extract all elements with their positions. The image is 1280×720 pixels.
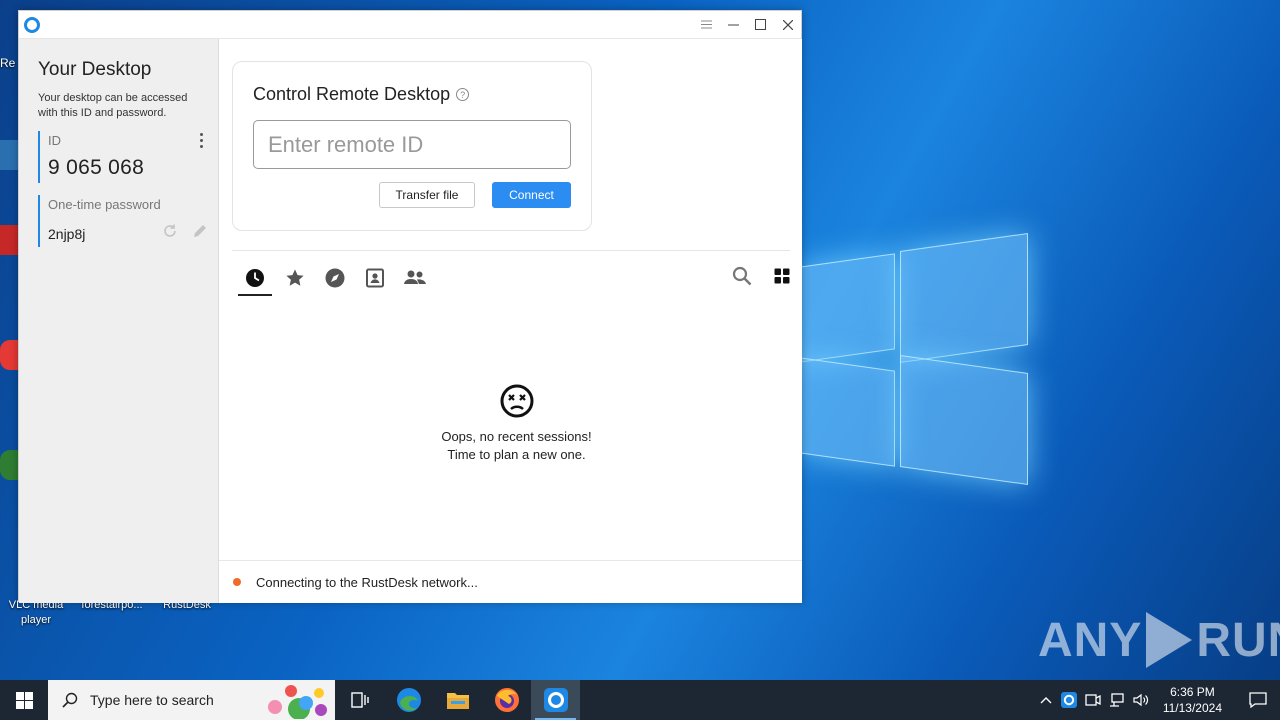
watermark-text-right: RUN <box>1196 613 1280 667</box>
id-label: ID <box>48 133 61 148</box>
clock[interactable]: 6:36 PM 11/13/2024 <box>1163 684 1222 716</box>
volume-icon[interactable] <box>1129 693 1153 707</box>
main-panel: Control Remote Desktop ? Transfer file C… <box>219 39 802 603</box>
control-remote-card: Control Remote Desktop ? Transfer file C… <box>232 61 592 231</box>
empty-message-line1: Oops, no recent sessions! <box>441 429 592 444</box>
start-button[interactable] <box>0 680 48 720</box>
contact-book-icon <box>366 268 384 288</box>
windows-logo-wallpaper <box>800 233 1030 485</box>
connect-button[interactable]: Connect <box>492 182 571 208</box>
firefox-icon <box>494 688 519 712</box>
grid-view-icon[interactable] <box>774 268 790 289</box>
divider <box>232 250 790 251</box>
rustdesk-tray-icon[interactable] <box>1057 692 1081 708</box>
connection-status-dot <box>233 578 241 586</box>
id-value[interactable]: 9 065 068 <box>48 156 208 180</box>
rustdesk-logo-icon <box>24 16 40 33</box>
help-icon[interactable]: ? <box>456 88 470 101</box>
anyrun-watermark: ANY RUN <box>1038 610 1280 670</box>
title-bar[interactable] <box>19 11 801 39</box>
task-view-icon <box>350 692 369 708</box>
sad-face-icon <box>500 384 534 418</box>
your-desktop-panel: Your Desktop Your desktop can be accesse… <box>19 39 219 603</box>
search-icon <box>62 692 78 708</box>
refresh-password-icon[interactable] <box>162 223 178 243</box>
your-desktop-description: Your desktop can be accessed with this I… <box>38 92 188 119</box>
search-icon[interactable] <box>732 266 752 291</box>
peer-tools <box>732 263 790 293</box>
desktop-partial-icon[interactable] <box>0 340 18 370</box>
clock-time: 6:36 PM <box>1170 685 1215 699</box>
file-explorer-taskbar-button[interactable] <box>433 680 482 720</box>
taskbar-search-box[interactable]: Type here to search <box>48 680 335 720</box>
file-explorer-icon <box>446 693 469 709</box>
connection-status-text: Connecting to the RustDesk network... <box>256 574 478 590</box>
password-label: One-time password <box>48 197 161 212</box>
task-view-button[interactable] <box>335 680 384 720</box>
close-icon[interactable] <box>774 11 801 39</box>
clock-icon <box>246 269 264 287</box>
tab-group[interactable] <box>395 263 435 293</box>
id-field: ID 9 065 068 <box>38 131 208 183</box>
people-icon <box>404 270 426 284</box>
edit-password-icon[interactable] <box>192 223 208 243</box>
control-remote-title: Control Remote Desktop ? <box>253 84 470 105</box>
remote-id-input[interactable] <box>253 120 571 169</box>
watermark-text-left: ANY <box>1038 613 1143 667</box>
taskbar: Type here to search 6:36 PM 11/13/2024 <box>0 680 1280 720</box>
tab-address-book[interactable] <box>355 263 395 293</box>
search-highlight-icon <box>268 685 327 719</box>
control-remote-title-text: Control Remote Desktop <box>253 84 451 104</box>
chevron-up-icon[interactable] <box>1035 696 1057 704</box>
more-options-icon[interactable] <box>194 131 208 149</box>
meet-now-icon[interactable] <box>1081 693 1105 707</box>
compass-icon <box>325 268 345 288</box>
play-icon <box>1146 612 1193 668</box>
transfer-file-button[interactable]: Transfer file <box>379 182 475 208</box>
network-icon[interactable] <box>1105 693 1129 707</box>
windows-start-icon <box>15 691 33 709</box>
status-bar: Connecting to the RustDesk network... <box>219 560 802 603</box>
empty-recent-sessions: Oops, no recent sessions! Time to plan a… <box>219 384 814 464</box>
rustdesk-window: Your Desktop Your desktop can be accesse… <box>18 10 802 603</box>
edge-icon <box>396 688 421 712</box>
tab-favorites[interactable] <box>275 263 315 293</box>
desktop-partial-icon[interactable] <box>0 225 18 255</box>
system-tray: 6:36 PM 11/13/2024 <box>1035 680 1280 720</box>
rustdesk-taskbar-button[interactable] <box>531 680 580 720</box>
maximize-icon[interactable] <box>747 11 774 39</box>
star-icon <box>286 269 304 286</box>
password-field: One-time password 2njp8j <box>38 195 208 247</box>
notification-icon[interactable] <box>1236 692 1280 708</box>
tab-discovered[interactable] <box>315 263 355 293</box>
firefox-taskbar-button[interactable] <box>482 680 531 720</box>
rustdesk-icon <box>543 688 568 712</box>
minimize-icon[interactable] <box>720 11 747 39</box>
your-desktop-title: Your Desktop <box>38 59 152 80</box>
taskbar-search-placeholder: Type here to search <box>90 692 214 708</box>
peer-tabs <box>235 263 435 296</box>
menu-icon[interactable] <box>693 11 720 39</box>
desktop-icon-label: VLC media player <box>8 599 64 626</box>
desktop-partial-icon[interactable] <box>0 140 18 170</box>
edge-taskbar-button[interactable] <box>384 680 433 720</box>
tab-recent[interactable] <box>235 263 275 296</box>
desktop-partial-label: Re <box>0 56 16 70</box>
empty-message-line2: Time to plan a new one. <box>447 447 586 462</box>
clock-date: 11/13/2024 <box>1162 701 1222 715</box>
desktop-partial-icon[interactable] <box>0 450 18 480</box>
